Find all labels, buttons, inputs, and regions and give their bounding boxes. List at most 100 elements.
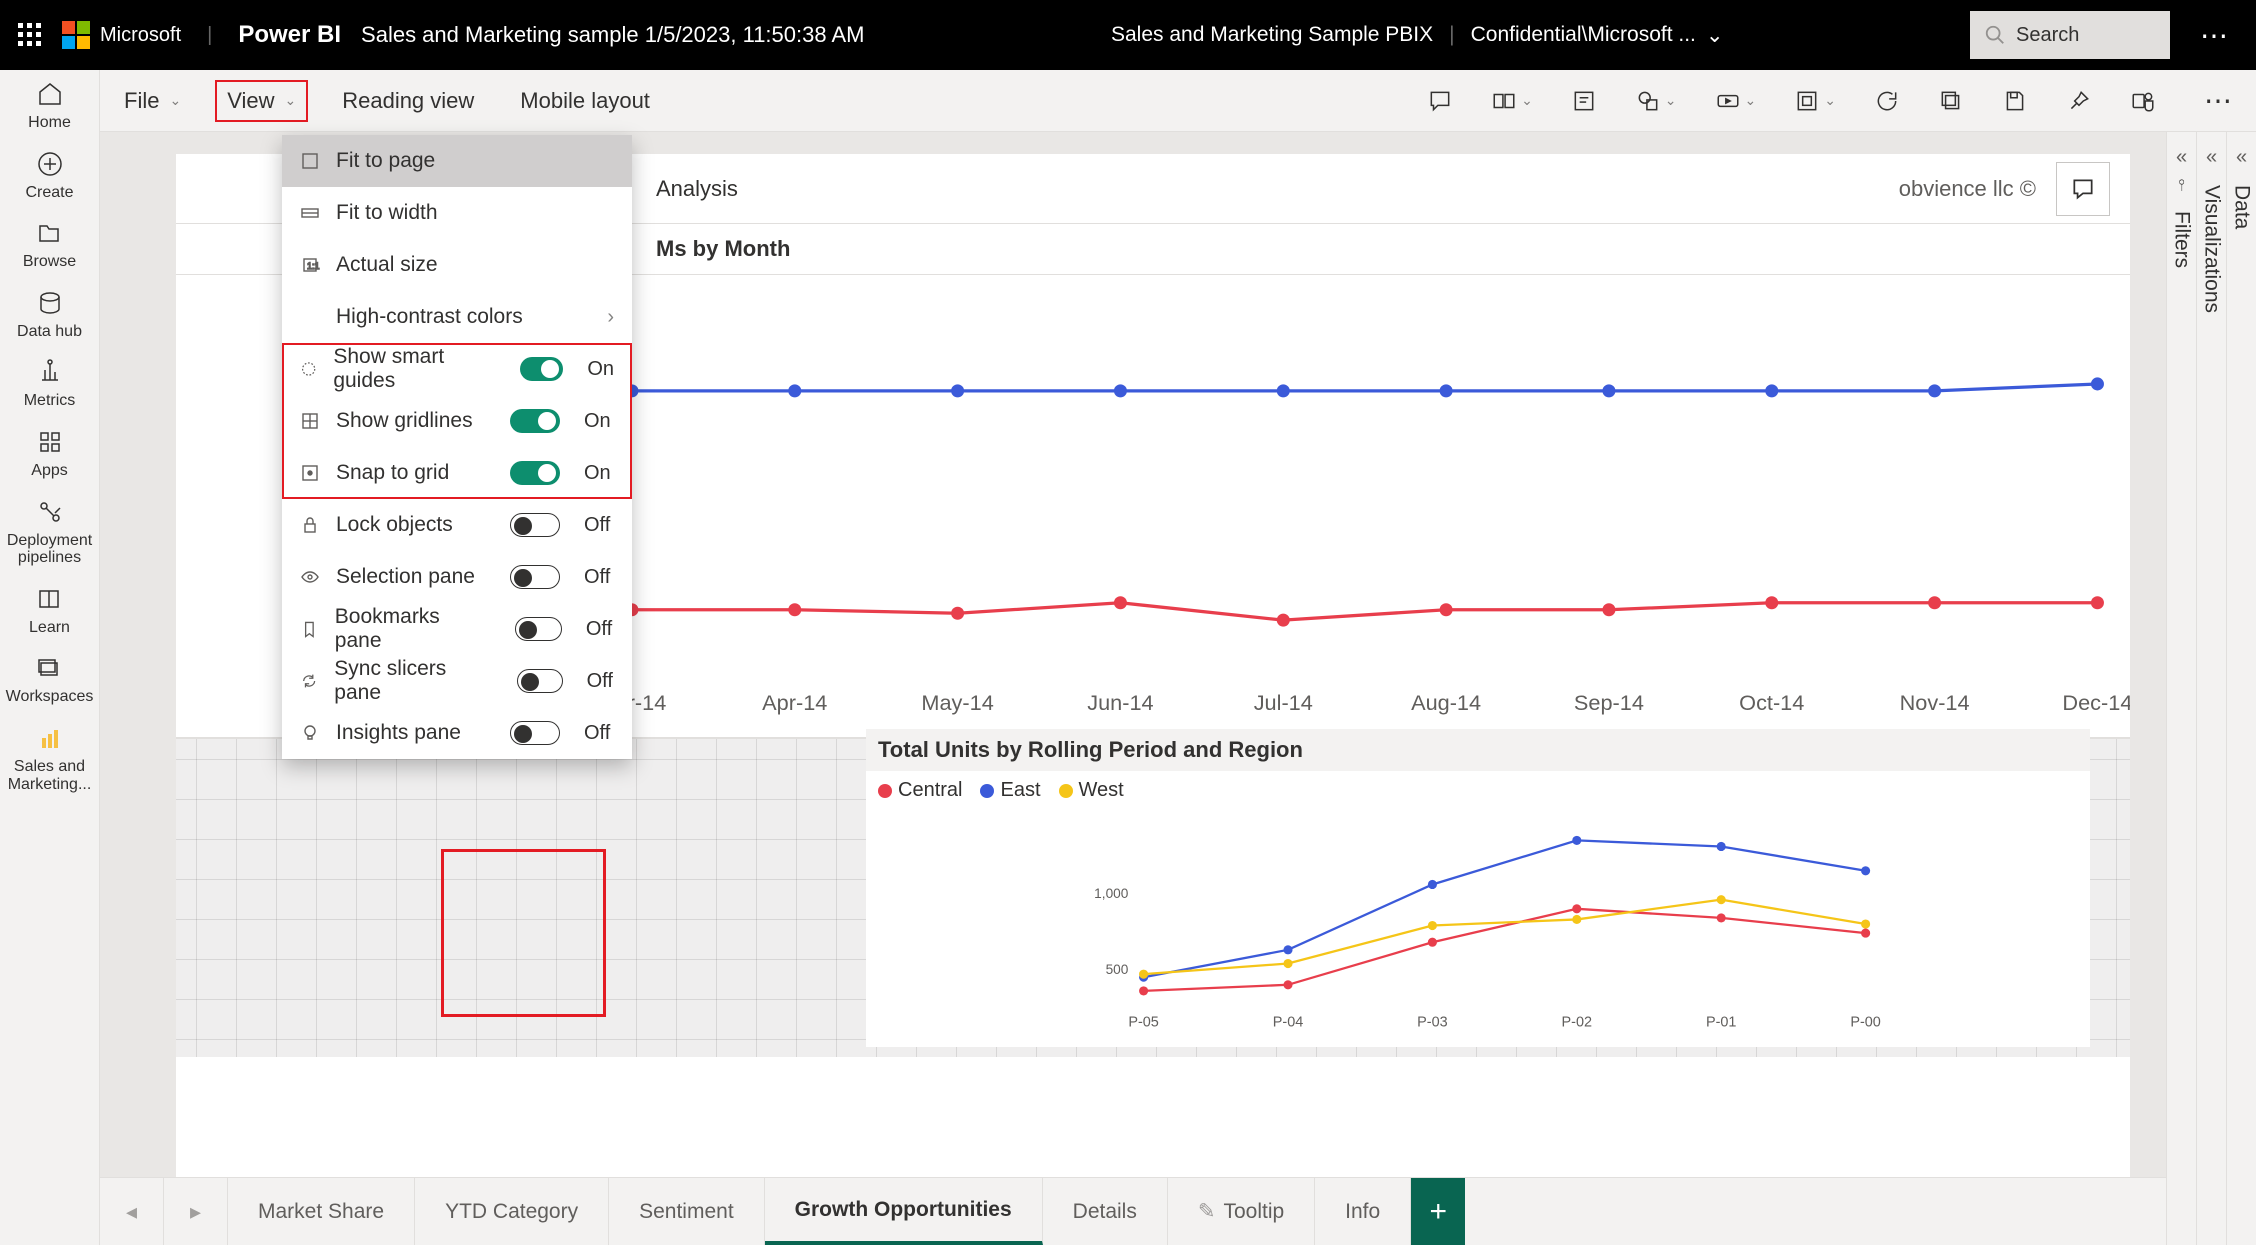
comment-icon[interactable] [1427,88,1453,114]
nav-workspaces[interactable]: Workspaces [6,654,94,706]
tab-info[interactable]: Info [1315,1178,1411,1245]
nav-metrics[interactable]: Metrics [24,358,76,410]
toggle[interactable] [510,721,560,745]
add-page-button[interactable]: + [1411,1178,1465,1245]
toggle[interactable] [510,565,560,589]
svg-text:May-14: May-14 [921,690,993,715]
left-nav: Home Create Browse Data hub Metrics Apps Deplo… [0,70,100,1245]
doc-title-area[interactable]: Sales and Marketing Sample PBIX | Confid… [885,23,1951,48]
tab-market-share[interactable]: Market Share [228,1178,415,1245]
view-option-bookmarks-pane[interactable]: Bookmarks paneOff [282,603,632,655]
legend-item: Central [878,779,962,802]
toggle[interactable] [515,617,562,641]
nav-learn[interactable]: Learn [29,585,70,637]
nav-create[interactable]: Create [25,150,73,202]
refresh-icon[interactable] [1874,88,1900,114]
ribbon-actions: ⌄ ⌄ ⌄ ⌄ ⋯ [1427,84,2242,117]
view-option-insights-pane[interactable]: Insights paneOff [282,707,632,759]
menu-file[interactable]: File⌄ [114,82,191,120]
search-placeholder: Search [2016,24,2079,47]
svg-text:Oct-14: Oct-14 [1739,690,1804,715]
nav-home[interactable]: Home [28,80,71,132]
grid-icon [300,411,320,431]
view-option-actual-size[interactable]: 1:1Actual size [282,239,632,291]
expand-icon[interactable]: « [2206,146,2217,169]
duplicate-icon[interactable] [1938,88,1964,114]
tooltip-icon: ✎ [1198,1199,1216,1224]
save-icon[interactable] [2002,88,2028,114]
comment-bubble-icon[interactable] [2056,162,2110,216]
menu-mobile-layout[interactable]: Mobile layout [510,82,660,120]
chevron-right-icon: › [607,306,614,329]
view-option-show-gridlines[interactable]: Show gridlinesOn [282,395,632,447]
svg-text:P-04: P-04 [1273,1015,1304,1031]
tab-prev[interactable]: ◂ [100,1178,164,1245]
expand-icon[interactable]: « [2236,146,2247,169]
nav-browse[interactable]: Browse [23,219,76,271]
right-panes: «⫯Filters«Visualizations«Data [2166,132,2256,1245]
menu-view[interactable]: View⌄ [217,82,306,120]
svg-text:P-05: P-05 [1128,1015,1159,1031]
svg-text:Apr-14: Apr-14 [762,690,827,715]
toggle[interactable] [520,357,563,381]
app-launcher-icon[interactable] [18,23,42,47]
gridline-zone[interactable]: Total Units by Rolling Period and Region… [176,737,2130,1057]
pane-data[interactable]: «Data [2226,132,2256,1245]
view-option-snap-to-grid[interactable]: Snap to gridOn [282,447,632,499]
view-option-lock-objects[interactable]: Lock objectsOff [282,499,632,551]
search-input[interactable]: Search [1970,11,2170,59]
nav-data-hub[interactable]: Data hub [17,289,82,341]
pane-filters[interactable]: «⫯Filters [2167,132,2196,1245]
svg-text:Jul-14: Jul-14 [1254,690,1313,715]
fit-page-icon [300,151,320,171]
view-option-fit-to-page[interactable]: Fit to page [282,135,632,187]
tab-details[interactable]: Details [1043,1178,1168,1245]
nav-sales-and-marketing-[interactable]: Sales and Marketing... [0,724,99,793]
svg-text:1:1: 1:1 [307,261,320,271]
nav-apps[interactable]: Apps [31,428,67,480]
page-tabs: ◂ ▸ Market ShareYTD CategorySentimentGro… [100,1177,2166,1245]
brand-label: Microsoft [100,24,181,47]
chevron-down-icon[interactable]: ⌄ [1706,23,1724,48]
toggle[interactable] [517,669,563,693]
sensitivity-label: Confidential\Microsoft ... [1471,23,1696,47]
ribbon-more-icon[interactable]: ⋯ [2194,84,2242,117]
fit-width-icon [300,203,320,223]
view-option-show-smart-guides[interactable]: Show smart guidesOn [282,343,632,395]
toggle[interactable] [510,409,560,433]
sync-icon [300,671,318,691]
textbox-icon[interactable] [1571,88,1597,114]
menu-reading-view[interactable]: Reading view [332,82,484,120]
pane-visualizations[interactable]: «Visualizations [2196,132,2226,1245]
view-option-sync-slicers-pane[interactable]: Sync slicers paneOff [282,655,632,707]
svg-text:Aug-14: Aug-14 [1411,690,1481,715]
toggle[interactable] [510,513,560,537]
tab-ytd-category[interactable]: YTD Category [415,1178,609,1245]
view-option-fit-to-width[interactable]: Fit to width [282,187,632,239]
view-option-high-contrast-colors[interactable]: High-contrast colors› [282,291,632,343]
guides-icon [300,359,317,379]
svg-text:Nov-14: Nov-14 [1900,690,1970,715]
highlight-box [441,849,606,1017]
lock-icon [300,515,320,535]
teams-icon[interactable] [2130,88,2156,114]
tab-sentiment[interactable]: Sentiment [609,1178,765,1245]
shapes-icon[interactable] [1635,88,1661,114]
pin-icon[interactable] [2066,88,2092,114]
expand-icon[interactable]: « [2176,146,2187,169]
svg-text:500: 500 [1106,962,1129,977]
buttons-icon[interactable] [1715,88,1741,114]
more-icon[interactable]: ⋯ [2190,19,2238,52]
nav-deployment-pipelines[interactable]: Deployment pipelines [0,498,99,567]
share-view-icon[interactable] [1491,88,1517,114]
toggle[interactable] [510,461,560,485]
bulb-icon [300,723,320,743]
actual-size-icon: 1:1 [300,255,320,275]
tab-next[interactable]: ▸ [164,1178,228,1245]
tab-growth-opportunities[interactable]: Growth Opportunities [765,1178,1043,1245]
tab-tooltip[interactable]: ✎Tooltip [1168,1178,1315,1245]
chart2[interactable]: Total Units by Rolling Period and Region… [866,729,2090,1047]
view-option-selection-pane[interactable]: Selection paneOff [282,551,632,603]
chart2-title: Total Units by Rolling Period and Region [866,729,2090,771]
visual-icon[interactable] [1794,88,1820,114]
